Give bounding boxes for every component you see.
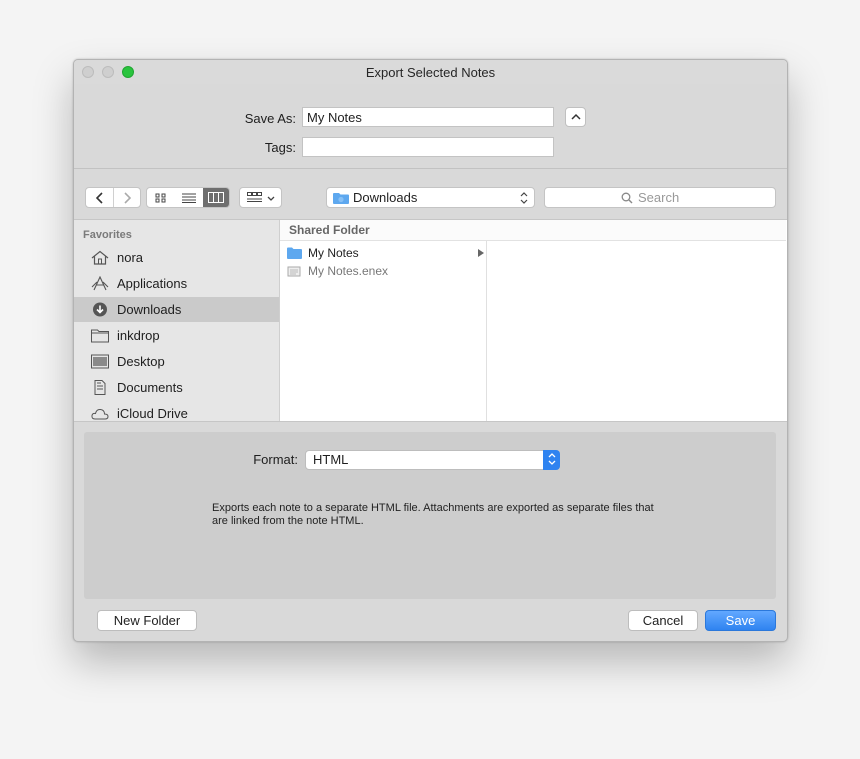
nav-buttons: [85, 187, 141, 208]
column-view-button[interactable]: [203, 188, 229, 207]
file-icon: [287, 266, 301, 277]
desktop-icon: [91, 354, 109, 369]
sidebar-item-label: inkdrop: [117, 328, 160, 343]
collapse-button[interactable]: [565, 107, 586, 127]
title-bar: Export Selected Notes: [74, 60, 787, 84]
view-switcher: [146, 187, 230, 208]
documents-icon: [94, 380, 106, 395]
forward-button[interactable]: [114, 188, 140, 207]
sidebar-item-icloud-drive[interactable]: iCloud Drive: [74, 401, 279, 421]
chevron-up-icon: [570, 113, 581, 120]
home-icon: [91, 250, 109, 265]
chevron-right-icon: [124, 192, 132, 204]
applications-icon: [91, 276, 109, 291]
window-title: Export Selected Notes: [365, 65, 496, 80]
chevron-down-icon: [267, 196, 275, 201]
cancel-button[interactable]: Cancel: [628, 610, 698, 631]
back-button[interactable]: [86, 188, 114, 207]
folder-icon: [287, 247, 302, 259]
disclosure-arrow-icon: [478, 249, 484, 257]
arrange-icon: [247, 192, 262, 202]
format-panel: Format: HTML Exports each note to a sepa…: [84, 432, 776, 599]
search-field[interactable]: Search: [544, 187, 776, 208]
sidebar-item-downloads[interactable]: Downloads: [74, 297, 279, 322]
sidebar-item-label: Applications: [117, 276, 188, 291]
sidebar-item-desktop[interactable]: Desktop: [74, 349, 279, 374]
location-popup[interactable]: Downloads: [326, 187, 535, 208]
sidebar-item-documents[interactable]: Documents: [74, 375, 279, 400]
format-description: Exports each note to a separate HTML fil…: [212, 502, 654, 527]
list-view-button[interactable]: [175, 188, 203, 207]
sidebar-item-inkdrop[interactable]: inkdrop: [74, 323, 279, 348]
column-shared-folder: Shared Folder My Notes My Notes.enex: [280, 220, 786, 421]
arrange-menu-button[interactable]: [239, 187, 282, 208]
format-popup[interactable]: HTML: [305, 450, 560, 470]
row-label: My Notes.enex: [308, 264, 389, 278]
file-browser: Favorites nora Applications Downloads in…: [74, 219, 787, 422]
downloads-icon: [93, 302, 107, 317]
updown-chevron-icon: [520, 192, 528, 204]
grid-icon: [155, 193, 166, 203]
list-item[interactable]: My Notes.enex: [280, 262, 486, 280]
list-icon: [182, 193, 196, 203]
sidebar-heading: Favorites: [83, 229, 132, 241]
divider: [74, 168, 787, 169]
sidebar-item-label: Documents: [117, 380, 183, 395]
chevron-left-icon: [95, 192, 103, 204]
row-label: My Notes: [308, 246, 359, 260]
location-label: Downloads: [353, 190, 418, 205]
column-header: Shared Folder: [280, 220, 786, 241]
columns-icon: [208, 192, 224, 203]
sidebar-item-label: Desktop: [117, 354, 165, 369]
format-label: Format:: [253, 452, 298, 467]
folder-icon: [333, 193, 349, 204]
search-placeholder: Search: [638, 190, 680, 205]
folder-icon: [91, 329, 109, 343]
icon-view-button[interactable]: [147, 188, 175, 207]
sidebar-item-label: nora: [117, 250, 144, 265]
save-as-input[interactable]: My Notes: [302, 107, 554, 127]
save-button[interactable]: Save: [705, 610, 776, 631]
updown-chevron-icon: [543, 450, 560, 470]
list-item[interactable]: My Notes: [280, 244, 486, 262]
format-value: HTML: [313, 452, 349, 467]
tags-label: Tags:: [264, 140, 296, 155]
cloud-icon: [91, 408, 109, 420]
sidebar-item-applications[interactable]: Applications: [74, 271, 279, 296]
sidebar: Favorites nora Applications Downloads in…: [74, 220, 280, 421]
new-folder-button[interactable]: New Folder: [97, 610, 197, 631]
export-dialog: Export Selected Notes Save As: My Notes …: [73, 59, 788, 642]
save-as-label: Save As:: [244, 111, 296, 126]
tags-input[interactable]: [302, 137, 554, 157]
sidebar-item-nora[interactable]: nora: [74, 245, 279, 270]
sidebar-item-label: Downloads: [117, 302, 182, 317]
search-icon: [621, 192, 633, 204]
sidebar-item-label: iCloud Drive: [117, 406, 188, 421]
